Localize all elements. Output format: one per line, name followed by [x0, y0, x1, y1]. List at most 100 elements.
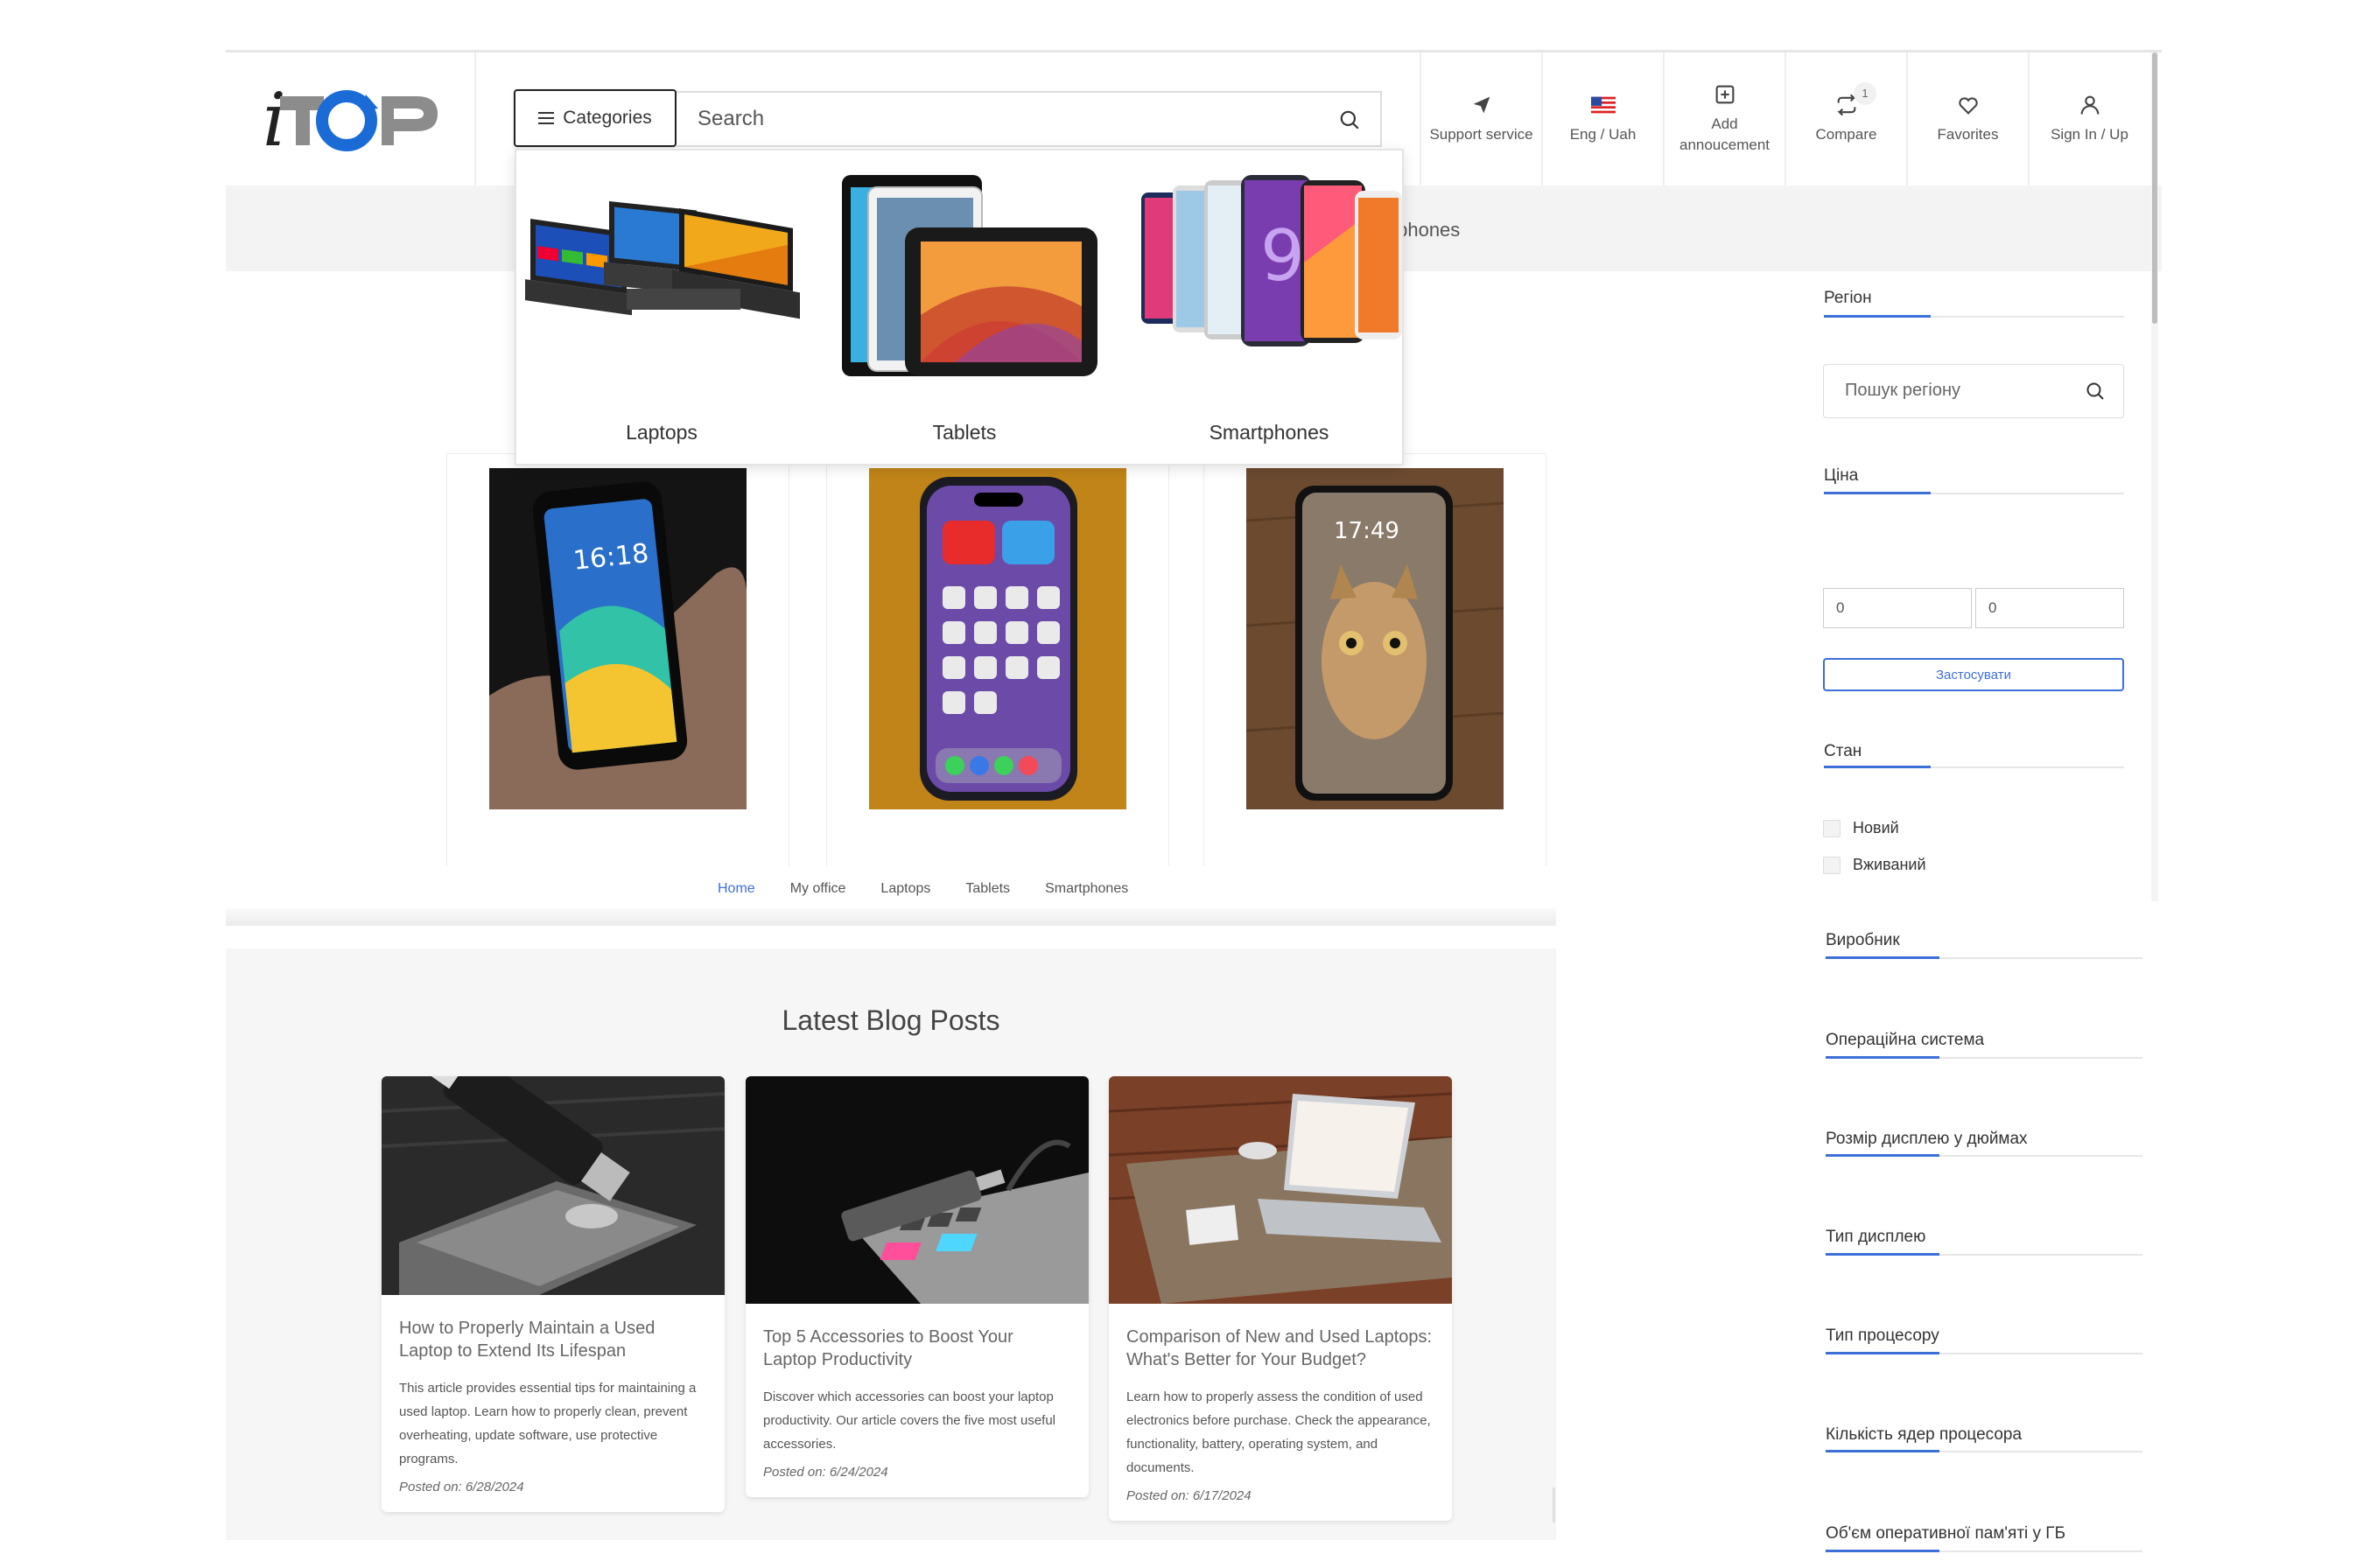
filter-display-size-title[interactable]: Розмір дисплею у дюймах [1826, 1130, 2028, 1149]
filter-condition-accent [1824, 766, 1931, 768]
filter-manufacturer-title[interactable]: Виробник [1826, 931, 1900, 950]
region-search-input[interactable] [1824, 365, 2069, 416]
tab-tablets[interactable]: Tablets [965, 881, 1010, 897]
filter-price-accent [1824, 492, 1931, 494]
search-icon[interactable] [1338, 108, 1361, 131]
compare-link[interactable]: Compare 1 [1785, 52, 1906, 186]
condition-new-label: Новий [1853, 819, 1899, 836]
sign-in-link[interactable]: Sign In / Up [2028, 52, 2149, 186]
blog-post-excerpt-1: This article provides essential tips for… [399, 1381, 697, 1466]
filter-display-type-title[interactable]: Тип дисплею [1826, 1228, 1925, 1247]
filter-display-size-accent [1826, 1154, 1939, 1157]
filter-manufacturer-accent [1826, 956, 1939, 959]
scrollbar-thumb[interactable] [2152, 52, 2157, 324]
paper-plane-icon [1473, 96, 1490, 114]
price-max-input[interactable]: 0 [1975, 588, 2124, 628]
svg-text:i: i [263, 77, 286, 156]
search-input[interactable] [677, 93, 1289, 145]
product-card-1[interactable]: 16:18 [446, 453, 789, 866]
favorites-link[interactable]: Favorites [1906, 52, 2028, 186]
product-image-3: 17:49 [1246, 468, 1504, 809]
product-image-1: 16:18 [489, 468, 747, 809]
sign-in-label: Sign In / Up [2051, 126, 2128, 144]
compare-count-badge: 1 [1854, 82, 1876, 105]
blog-post-excerpt-3: Learn how to properly assess the conditi… [1126, 1390, 1431, 1475]
product-card-2[interactable] [826, 453, 1169, 866]
language-currency-switch[interactable]: Eng / Uah [1541, 52, 1663, 186]
category-tablets-label: Tablets [932, 421, 997, 444]
category-laptops[interactable]: Laptops [522, 166, 802, 444]
svg-text:9: 9 [1260, 215, 1305, 297]
blog-post-title-3[interactable]: Comparison of New and Used Laptops: What… [1126, 1326, 1434, 1371]
blog-post-excerpt-2: Discover which accessories can boost you… [763, 1390, 1056, 1452]
us-flag-icon [1590, 96, 1616, 114]
filter-ram-title[interactable]: Об'єм оперативної пам'яті у ГБ [1826, 1524, 2065, 1544]
categories-button[interactable]: Categories [514, 89, 677, 147]
tab-smartphones[interactable]: Smartphones [1045, 881, 1128, 897]
add-announcement-link[interactable]: Add annoucement [1663, 52, 1785, 186]
blog-post-card-1[interactable]: How to Properly Maintain a Used Laptop t… [382, 1076, 725, 1512]
categories-dropdown: Laptops Tablets 9 Smartphones [515, 149, 1404, 466]
blog-post-date-1: Posted on: 6/28/2024 [399, 1480, 524, 1494]
filter-cpu-cores-accent [1826, 1450, 1939, 1452]
condition-used-option[interactable]: Вживаний [1823, 856, 1926, 874]
compare-label: Compare [1815, 126, 1877, 144]
condition-new-option[interactable]: Новий [1823, 819, 1899, 837]
header-nav: Support service Eng / Uah Add annoucemen… [1420, 52, 2149, 186]
blog-post-card-2[interactable]: Top 5 Accessories to Boost Your Laptop P… [746, 1076, 1089, 1497]
blog-post-image-1 [382, 1076, 725, 1295]
condition-used-label: Вживаний [1853, 856, 1926, 873]
filter-cpu-type-title[interactable]: Тип процесору [1826, 1326, 1939, 1346]
blog-post-image-2 [746, 1076, 1089, 1304]
blog-post-date-2: Posted on: 6/24/2024 [763, 1465, 888, 1480]
blog-post-date-3: Posted on: 6/17/2024 [1126, 1488, 1252, 1503]
filter-price-title[interactable]: Ціна [1824, 466, 1858, 486]
category-laptops-label: Laptops [626, 421, 698, 444]
search-icon[interactable] [2085, 381, 2106, 402]
category-smartphones-label: Smartphones [1209, 421, 1329, 444]
tab-laptops[interactable]: Laptops [880, 881, 930, 897]
add-announcement-label: Add annoucement [1679, 116, 1770, 153]
tab-my-office[interactable]: My office [790, 881, 846, 897]
region-search-box [1823, 364, 2124, 418]
laptops-image [525, 200, 800, 319]
condition-new-checkbox[interactable] [1823, 819, 1841, 837]
filter-os-accent [1826, 1056, 1939, 1059]
price-min-input[interactable]: 0 [1823, 588, 1972, 628]
product-image-2 [869, 468, 1126, 809]
tabs-shadow [226, 908, 1556, 926]
filter-region-title[interactable]: Регіон [1824, 289, 1872, 308]
tablets-image [842, 175, 1097, 376]
tab-home[interactable]: Home [718, 881, 755, 897]
language-currency-label: Eng / Uah [1569, 126, 1637, 144]
filter-cpu-type-accent [1826, 1352, 1939, 1354]
smartphones-image: 9 [1141, 175, 1402, 346]
categories-label: Categories [563, 108, 652, 128]
blog-post-image-3 [1109, 1076, 1452, 1304]
condition-used-checkbox[interactable] [1823, 856, 1841, 874]
filter-ram-accent [1826, 1550, 1939, 1552]
blog-post-title-2[interactable]: Top 5 Accessories to Boost Your Laptop P… [763, 1326, 1071, 1371]
menu-icon [538, 112, 555, 124]
product-card-3[interactable]: 17:49 [1203, 453, 1546, 866]
itop-logo[interactable]: i [263, 77, 446, 156]
blog-post-title-1[interactable]: How to Properly Maintain a Used Laptop t… [399, 1317, 707, 1362]
user-icon [2080, 95, 2099, 115]
support-service-label: Support service [1429, 126, 1533, 144]
heart-icon [1958, 97, 1978, 115]
filter-os-title[interactable]: Операційна система [1826, 1031, 1984, 1050]
filter-condition-title[interactable]: Стан [1824, 742, 1862, 761]
section-tabs: Home My office Laptops Tablets Smartphon… [718, 881, 1128, 897]
apply-price-button[interactable]: Застосувати [1823, 658, 2124, 691]
filter-cpu-cores-title[interactable]: Кількість ядер процесора [1826, 1425, 2022, 1445]
favorites-label: Favorites [1937, 126, 1999, 144]
logo-divider [474, 52, 476, 186]
blog-section-title: Latest Blog Posts [782, 1004, 1000, 1036]
category-smartphones[interactable]: 9 Smartphones [1129, 166, 1409, 444]
search-box [677, 91, 1382, 147]
category-tablets[interactable]: Tablets [824, 166, 1104, 444]
support-service-link[interactable]: Support service [1420, 52, 1541, 186]
blog-scroll-indicator [1553, 1488, 1555, 1522]
blog-post-card-3[interactable]: Comparison of New and Used Laptops: What… [1109, 1076, 1452, 1521]
filter-region-accent [1824, 315, 1931, 318]
